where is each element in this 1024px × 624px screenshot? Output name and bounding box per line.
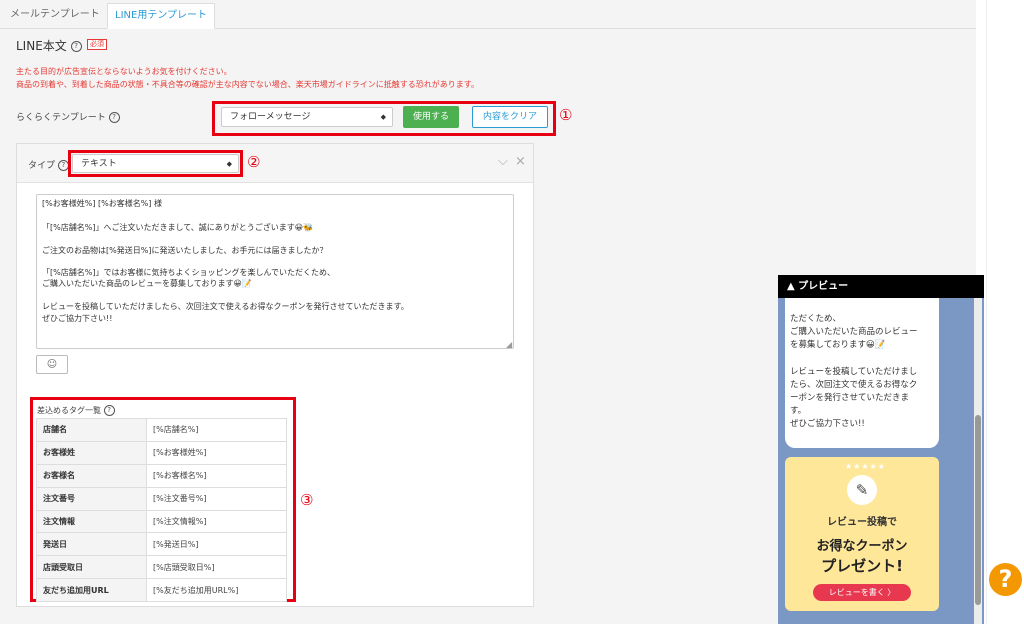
template-select[interactable]: フォローメッセージ ◆ — [221, 107, 393, 127]
type-label-text: タイプ — [28, 161, 56, 171]
smiley-icon: ☺ — [46, 359, 58, 370]
marker-2: ② — [247, 153, 261, 171]
template-label-text: らくらくテンプレート — [16, 113, 106, 123]
message-line: [%お客様姓%] [%お客様名%] 様 — [42, 199, 162, 208]
message-line: 「[%店舗名%]」ではお客様に気持ちよくショッピングを楽しんでいただくため、 — [42, 268, 336, 277]
type-label: タイプ ? — [28, 158, 69, 171]
table-row: お客様姓 [%お客様姓%] — [36, 440, 287, 465]
write-review-button[interactable]: レビューを書く 〉 — [813, 584, 911, 601]
preview-line: ただくため、 — [790, 314, 842, 324]
preview-line: す。 — [790, 406, 807, 416]
preview-header-text: ▲ プレビュー — [787, 281, 849, 292]
select-arrows-icon: ◆ — [380, 113, 386, 121]
message-line: ご購入いただいた商品のレビューを募集しております😀📝 — [42, 279, 252, 288]
table-row: 店頭受取日 [%店頭受取日%] — [36, 555, 287, 580]
message-line: レビューを投稿していただけましたら、次回注文で使えるお得なクーポンを発行させてい… — [42, 302, 409, 311]
preview-line: を募集しております😀📝 — [790, 340, 886, 350]
emoji-button[interactable]: ☺ — [36, 355, 68, 374]
marker-1: ① — [559, 106, 573, 124]
warning-text-2: 商品の到着や、到着した商品の状態・不具合等の確認が主な内容でない場合、楽天市場ガ… — [16, 80, 479, 89]
use-template-button[interactable]: 使用する — [403, 106, 459, 128]
table-row: お客様名 [%お客様名%] — [36, 463, 287, 488]
table-row: 店舗名 [%店舗名%] — [36, 418, 287, 442]
preview-scroll-thumb[interactable] — [975, 415, 981, 605]
table-row: 注文番号 [%注文番号%] — [36, 486, 287, 511]
tag-code: [%お客様名%] — [146, 463, 287, 488]
tag-code: [%発送日%] — [146, 532, 287, 557]
marker-3: ③ — [300, 491, 314, 509]
tag-name: お客様名 — [36, 463, 147, 488]
tag-code: [%店頭受取日%] — [146, 555, 287, 580]
message-line: ぜひご協力下さい!! — [42, 314, 113, 323]
help-icon[interactable]: ? — [108, 112, 120, 123]
tag-code: [%注文情報%] — [146, 509, 287, 534]
stars-icon: ★★★★★ — [845, 462, 886, 471]
template-label: らくらくテンプレート ? — [16, 110, 120, 123]
right-gutter — [986, 0, 1024, 624]
tab-line-template[interactable]: LINE用テンプレート — [107, 3, 216, 29]
tag-code: [%友だち追加用URL%] — [146, 578, 287, 603]
tag-name: 発送日 — [36, 532, 147, 557]
required-badge: 必須 — [87, 39, 107, 50]
table-row: 発送日 [%発送日%] — [36, 532, 287, 557]
tag-list-title-text: 差込めるタグ一覧 — [37, 406, 101, 415]
select-arrows-icon: ◆ — [226, 160, 232, 168]
table-row: 注文情報 [%注文情報%] — [36, 509, 287, 534]
template-select-value: フォローメッセージ — [230, 112, 311, 122]
message-line: ご注文のお品物は[%発送日%]に発送いたしました、お手元には届きましたか？ — [42, 246, 328, 255]
tag-table: 店舗名 [%店舗名%] お客様姓 [%お客様姓%] お客様名 [%お客様名%] 注文番… — [36, 418, 287, 603]
tab-mail-template[interactable]: メールテンプレート — [3, 3, 107, 27]
tag-code: [%注文番号%] — [146, 486, 287, 511]
tag-name: お客様姓 — [36, 440, 147, 465]
tag-name: 注文番号 — [36, 486, 147, 511]
tag-name: 店舗名 — [36, 418, 147, 442]
tag-name: 注文情報 — [36, 509, 147, 534]
preview-line: ーポンを発行させていただきま — [790, 393, 910, 403]
preview-line: たら、次回注文で使えるお得なク — [790, 380, 918, 390]
section-title: LINE本文 ? — [16, 37, 82, 54]
table-row: 友だち追加用URL [%友だち追加用URL%] — [36, 578, 287, 603]
help-button[interactable]: ? — [989, 563, 1022, 596]
section-title-text: LINE本文 — [16, 39, 67, 53]
coupon-line-3: プレゼント! — [821, 557, 903, 575]
collapse-chevron-icon[interactable]: ⌵ — [498, 154, 508, 169]
help-icon[interactable]: ? — [103, 405, 115, 416]
coupon-line-2: お得なクーポン — [816, 539, 908, 554]
type-select[interactable]: テキスト ◆ — [72, 154, 239, 173]
preview-line: レビューを投稿していただけまし — [790, 367, 918, 377]
review-note-icon: ✎ — [847, 475, 877, 505]
warning-text-1: 主たる目的が広告宣伝とならないようお気を付けください。 — [16, 67, 232, 76]
preview-line: ご購入いただいた商品のレビュー — [790, 327, 918, 337]
resize-handle-icon[interactable]: ◢ — [506, 340, 512, 349]
tag-name: 友だち追加用URL — [36, 578, 147, 603]
clear-content-button[interactable]: 内容をクリア — [472, 106, 548, 128]
message-line: 「[%店舗名%]」へご注文いただきまして、誠にありがとうございます😀🐝 — [42, 223, 314, 232]
tag-list-title: 差込めるタグ一覧 ? — [37, 405, 115, 416]
tag-code: [%店舗名%] — [146, 418, 287, 442]
type-select-value: テキスト — [81, 159, 117, 169]
tag-code: [%お客様姓%] — [146, 440, 287, 465]
tag-name: 店頭受取日 — [36, 555, 147, 580]
close-icon[interactable]: × — [515, 154, 526, 169]
coupon-line-1: レビュー投稿で — [827, 517, 897, 528]
preview-line: ぜひご協力下さい!! — [790, 419, 865, 429]
preview-header[interactable]: ▲ プレビュー — [778, 275, 984, 298]
help-icon[interactable]: ? — [70, 41, 82, 52]
